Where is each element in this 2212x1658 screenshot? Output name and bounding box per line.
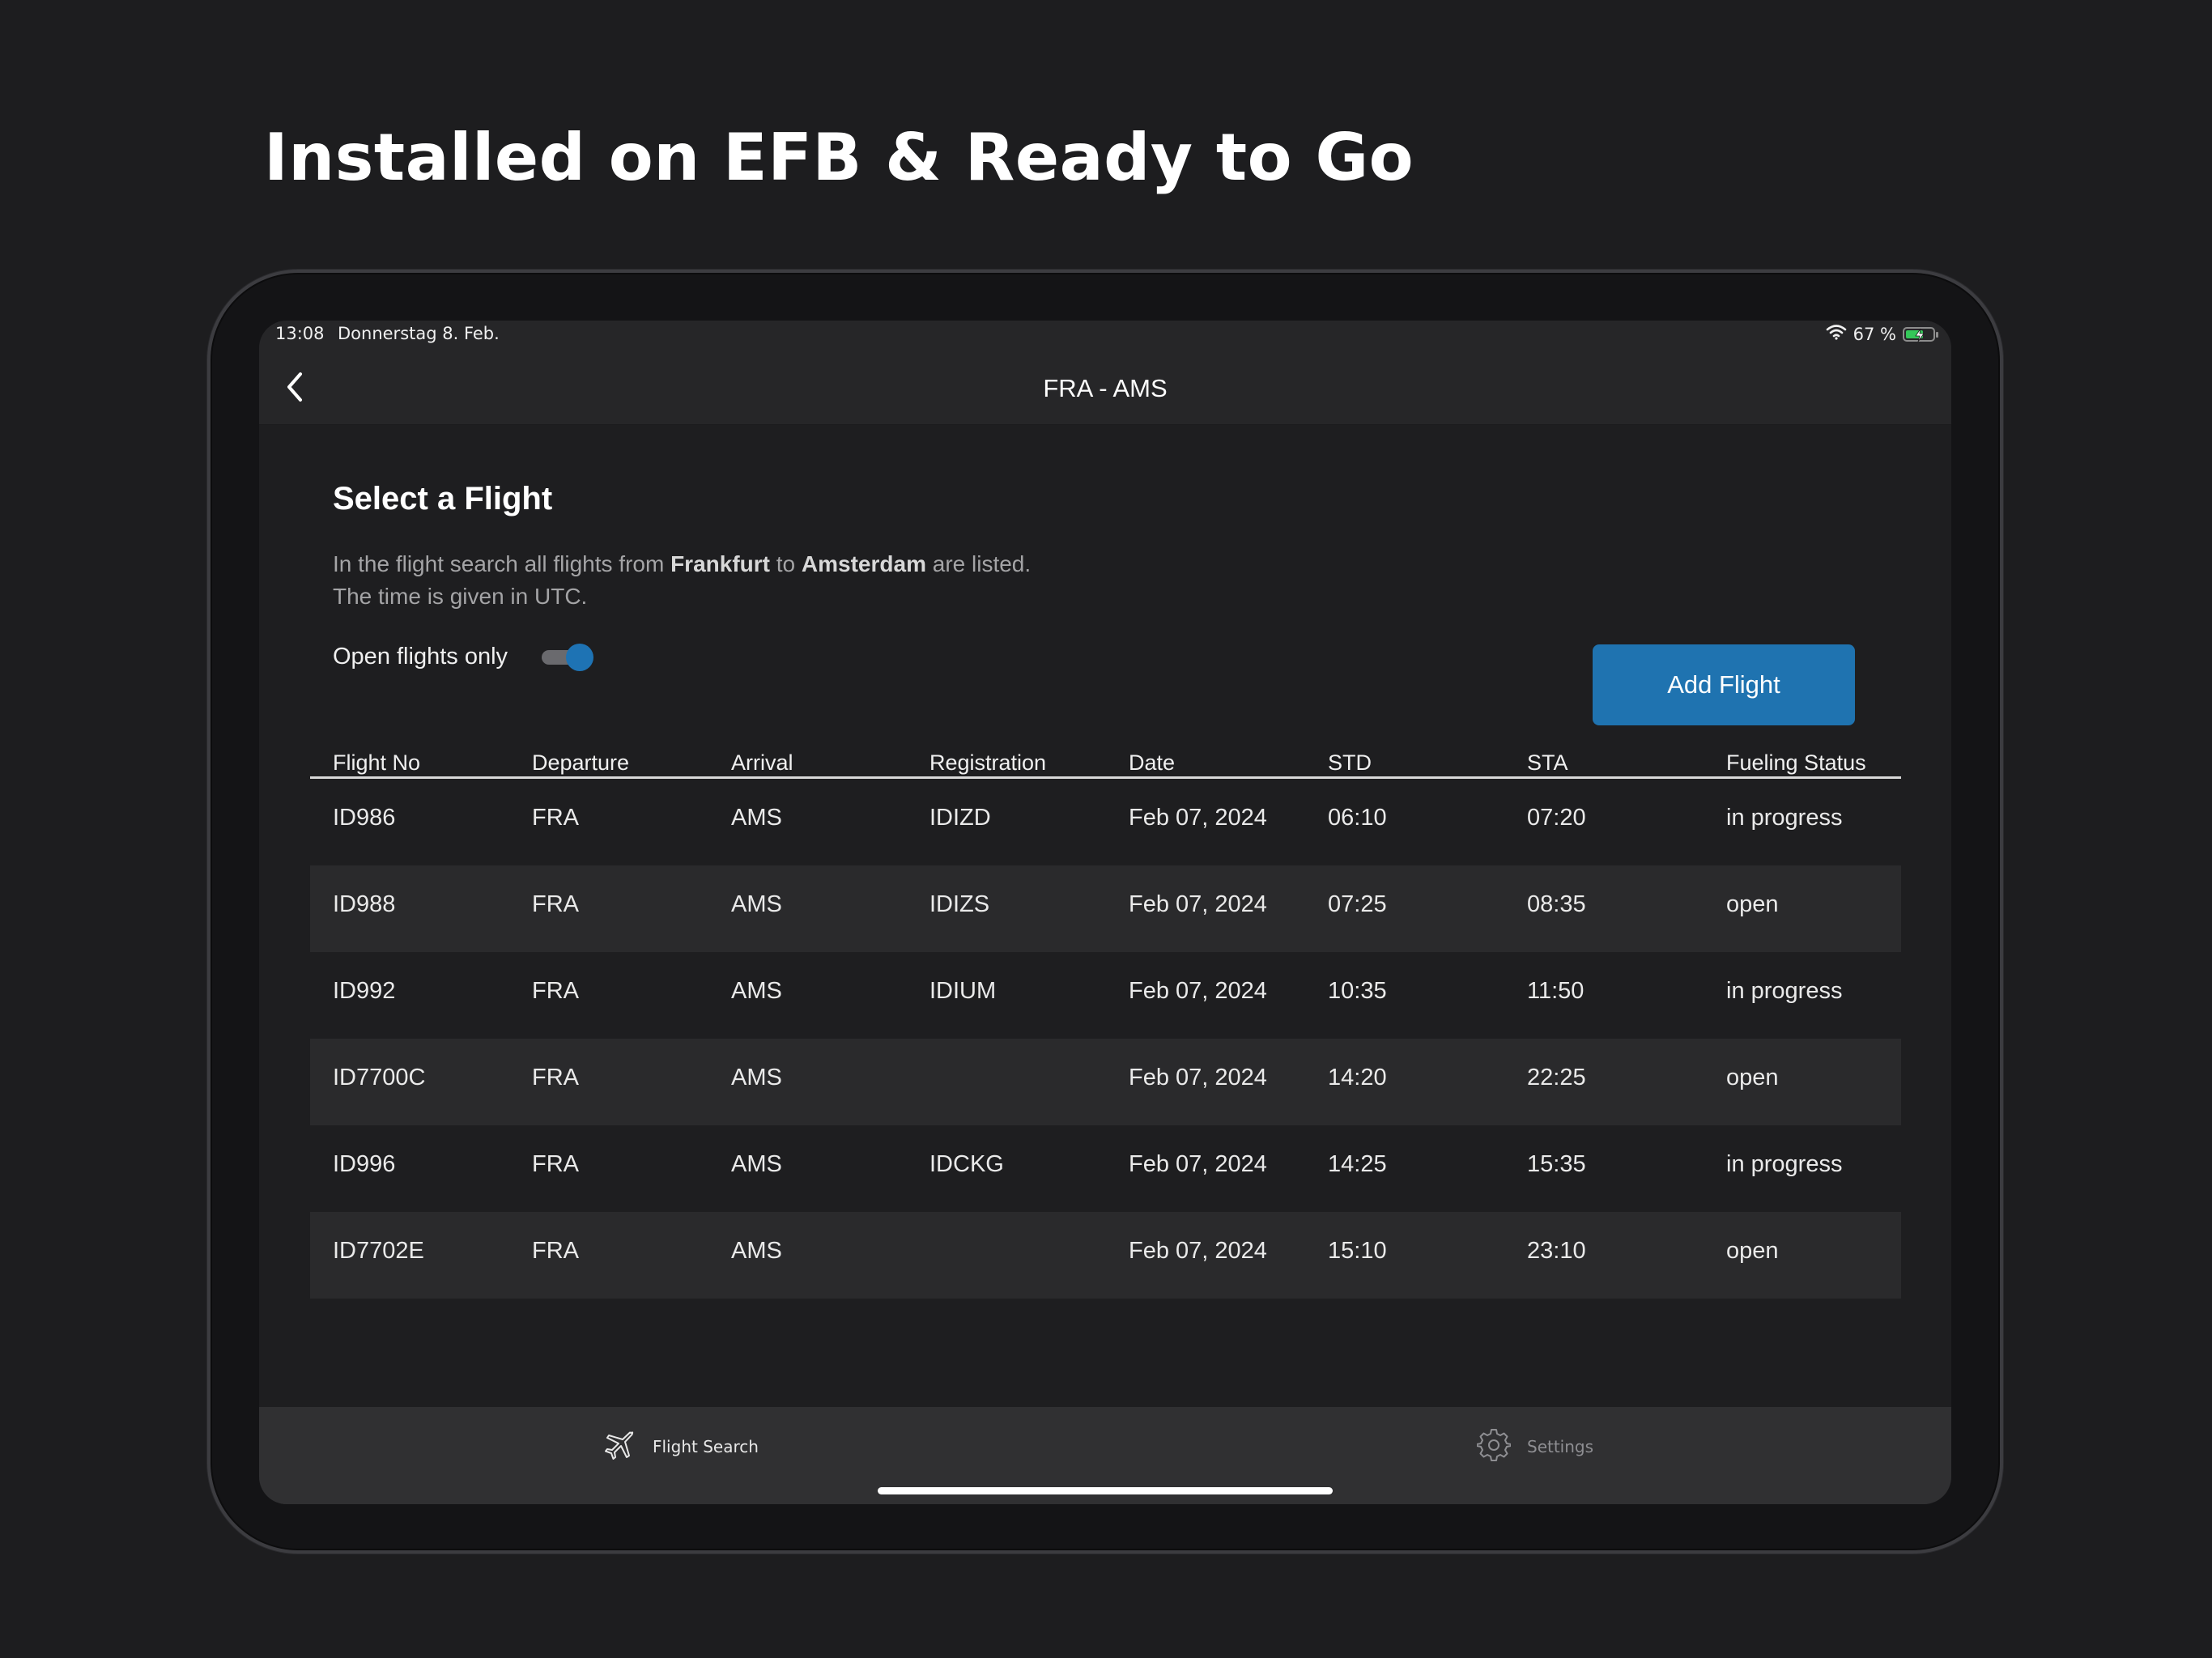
battery-nub: [1936, 331, 1938, 338]
cell-fueling-status: open: [1726, 891, 1779, 917]
status-time: 13:08: [275, 324, 325, 343]
cell-arrival: AMS: [731, 1065, 782, 1090]
cell-date: Feb 07, 2024: [1129, 978, 1267, 1004]
tab-flight-search-label: Flight Search: [653, 1437, 759, 1456]
description: In the flight search all flights from Fr…: [333, 548, 1031, 613]
description-line-2: The time is given in UTC.: [333, 584, 588, 609]
cell-flight-no: ID996: [333, 1151, 396, 1177]
column-header-date[interactable]: Date: [1129, 750, 1175, 776]
cell-departure: FRA: [532, 805, 579, 831]
cell-std: 15:10: [1328, 1238, 1387, 1264]
column-header-flight-no[interactable]: Flight No: [333, 750, 420, 776]
main-content: Select a Flight In the flight search all…: [259, 425, 1951, 1407]
tab-settings[interactable]: Settings: [1476, 1428, 1594, 1465]
cell-date: Feb 07, 2024: [1129, 1238, 1267, 1264]
cell-std: 10:35: [1328, 978, 1387, 1004]
table-row[interactable]: ID996 FRA AMS IDCKG Feb 07, 2024 14:25 1…: [310, 1125, 1901, 1212]
cell-arrival: AMS: [731, 1238, 782, 1264]
cell-registration: IDIUM: [929, 978, 997, 1004]
status-right: 67 %: [1826, 324, 1938, 344]
destination-city: Amsterdam: [801, 551, 926, 576]
cell-fueling-status: in progress: [1726, 1151, 1843, 1177]
open-flights-filter: Open flights only: [333, 642, 594, 671]
cell-sta: 07:20: [1527, 805, 1586, 831]
column-header-registration[interactable]: Registration: [929, 750, 1046, 776]
column-header-sta[interactable]: STA: [1527, 750, 1568, 776]
cell-std: 14:20: [1328, 1065, 1387, 1090]
column-header-arrival[interactable]: Arrival: [731, 750, 793, 776]
cell-std: 07:25: [1328, 891, 1387, 917]
cell-sta: 23:10: [1527, 1238, 1586, 1264]
battery-percent: 67 %: [1853, 324, 1896, 344]
cell-registration: IDIZD: [929, 805, 991, 831]
description-line-1: In the flight search all flights from Fr…: [333, 551, 1032, 576]
table-body: ID986 FRA AMS IDIZD Feb 07, 2024 06:10 0…: [310, 779, 1901, 1299]
cell-fueling-status: in progress: [1726, 978, 1843, 1004]
cell-fueling-status: open: [1726, 1238, 1779, 1264]
cell-sta: 15:35: [1527, 1151, 1586, 1177]
cell-registration: IDIZS: [929, 891, 990, 917]
cell-flight-no: ID986: [333, 805, 396, 831]
open-flights-toggle[interactable]: [542, 642, 594, 671]
nav-bar: FRA - AMS: [259, 353, 1951, 425]
cell-sta: 08:35: [1527, 891, 1586, 917]
cell-date: Feb 07, 2024: [1129, 1065, 1267, 1090]
cell-sta: 11:50: [1527, 978, 1585, 1004]
column-header-departure[interactable]: Departure: [532, 750, 629, 776]
cell-arrival: AMS: [731, 978, 782, 1004]
app-screen: 13:08 Donnerstag 8. Feb. 67 % FRA - AMS …: [259, 321, 1951, 1504]
cell-arrival: AMS: [731, 891, 782, 917]
airplane-icon: [602, 1428, 636, 1465]
cell-arrival: AMS: [731, 805, 782, 831]
flights-table: Flight No Departure Arrival Registration…: [310, 726, 1901, 1299]
cell-std: 06:10: [1328, 805, 1387, 831]
cell-date: Feb 07, 2024: [1129, 805, 1267, 831]
tab-bar: Flight Search Settings: [259, 1407, 1951, 1504]
column-header-std[interactable]: STD: [1328, 750, 1372, 776]
promo-headline: Installed on EFB & Ready to Go: [264, 120, 1414, 195]
column-header-fueling-status[interactable]: Fueling Status: [1726, 750, 1866, 776]
cell-departure: FRA: [532, 1238, 579, 1264]
cell-flight-no: ID7700C: [333, 1065, 426, 1090]
tab-flight-search[interactable]: Flight Search: [602, 1428, 759, 1465]
status-date: Donnerstag 8. Feb.: [338, 324, 500, 343]
battery-charging-icon: [1903, 326, 1938, 342]
table-row[interactable]: ID992 FRA AMS IDIUM Feb 07, 2024 10:35 1…: [310, 952, 1901, 1039]
cell-date: Feb 07, 2024: [1129, 1151, 1267, 1177]
gear-icon: [1476, 1428, 1512, 1465]
origin-city: Frankfurt: [670, 551, 770, 576]
home-indicator: [878, 1487, 1333, 1494]
table-header: Flight No Departure Arrival Registration…: [310, 726, 1901, 779]
nav-title: FRA - AMS: [1043, 374, 1168, 402]
table-row[interactable]: ID986 FRA AMS IDIZD Feb 07, 2024 06:10 0…: [310, 779, 1901, 865]
cell-departure: FRA: [532, 1151, 579, 1177]
cell-departure: FRA: [532, 978, 579, 1004]
status-bar: 13:08 Donnerstag 8. Feb. 67 %: [259, 321, 1951, 353]
table-row[interactable]: ID7702E FRA AMS Feb 07, 2024 15:10 23:10…: [310, 1212, 1901, 1299]
cell-date: Feb 07, 2024: [1129, 891, 1267, 917]
cell-sta: 22:25: [1527, 1065, 1586, 1090]
cell-registration: IDCKG: [929, 1151, 1004, 1177]
wifi-icon: [1826, 324, 1847, 344]
cell-flight-no: ID992: [333, 978, 396, 1004]
toggle-knob: [566, 644, 594, 671]
cell-flight-no: ID7702E: [333, 1238, 424, 1264]
cell-flight-no: ID988: [333, 891, 396, 917]
cell-departure: FRA: [532, 1065, 579, 1090]
cell-departure: FRA: [532, 891, 579, 917]
cell-fueling-status: open: [1726, 1065, 1779, 1090]
table-row[interactable]: ID988 FRA AMS IDIZS Feb 07, 2024 07:25 0…: [310, 865, 1901, 952]
cell-arrival: AMS: [731, 1151, 782, 1177]
page-title: Select a Flight: [333, 481, 553, 517]
table-row[interactable]: ID7700C FRA AMS Feb 07, 2024 14:20 22:25…: [310, 1039, 1901, 1125]
tab-settings-label: Settings: [1527, 1437, 1594, 1456]
cell-fueling-status: in progress: [1726, 805, 1843, 831]
add-flight-button[interactable]: Add Flight: [1593, 644, 1855, 725]
toggle-label: Open flights only: [333, 643, 508, 670]
cell-std: 14:25: [1328, 1151, 1387, 1177]
